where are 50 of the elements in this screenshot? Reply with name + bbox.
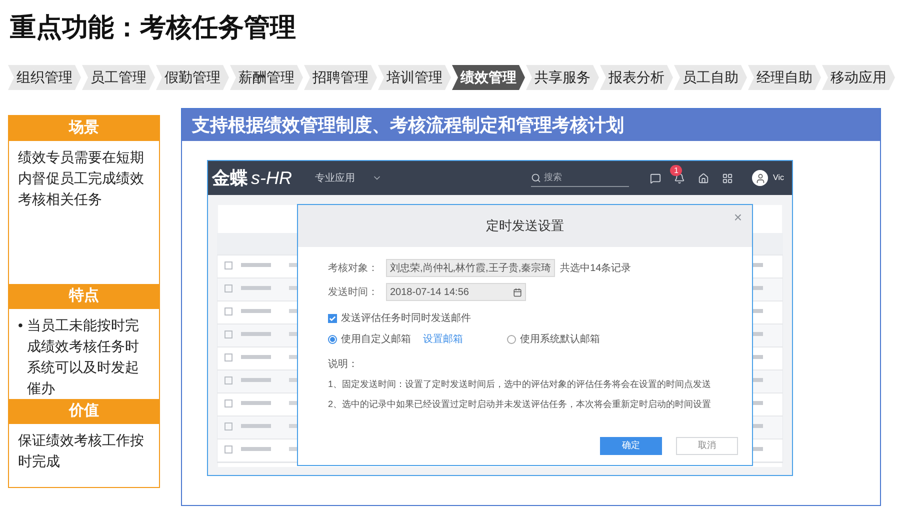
message-icon[interactable] xyxy=(650,172,662,184)
section-text: 保证绩效考核工作按时完成 xyxy=(18,431,145,471)
nav-tab[interactable]: 报表分析 xyxy=(600,65,673,90)
nav-tab[interactable]: 招聘管理 xyxy=(304,65,377,90)
checkbox-label: 发送评估任务时同时发送邮件 xyxy=(341,312,471,326)
cancel-button[interactable]: 取消 xyxy=(676,437,738,455)
field-label: 发送时间： xyxy=(328,286,379,300)
radio-label: 使用自定义邮箱 xyxy=(341,332,411,347)
section-heading: 特点 xyxy=(9,284,159,309)
section-heading: 场景 xyxy=(9,116,159,141)
radio-button[interactable] xyxy=(507,335,516,344)
radio-label: 使用系统默认邮箱 xyxy=(520,332,600,347)
section-text: 当员工未能按时完成绩效考核任务时系统可以及时发起催办 xyxy=(26,316,140,398)
input-field[interactable]: 2018-07-14 14:56 xyxy=(386,283,526,301)
notification-badge: 1 xyxy=(670,164,682,176)
user-name: Vic xyxy=(773,172,784,184)
nav-tab[interactable]: 假勤管理 xyxy=(156,65,229,90)
note-text: 2、选中的记录中如果已经设置过定时启动并未发送评估任务，本次将会重新定时启动的时间设置 xyxy=(328,398,712,410)
brand-logo: 金蝶 xyxy=(212,167,248,189)
nav-tab[interactable]: 共享服务 xyxy=(526,65,599,90)
home-icon[interactable] xyxy=(698,172,710,184)
field-note: 共选中14条记录 xyxy=(560,262,632,276)
avatar[interactable] xyxy=(752,170,768,186)
calendar-icon xyxy=(513,288,522,296)
input-field[interactable]: 刘忠荣,尚仲礼,林竹霞,王子贵,秦宗琦 xyxy=(386,259,556,277)
search-icon xyxy=(531,172,542,182)
brand-suffix: s-HR xyxy=(251,167,292,189)
section-text: 绩效专员需要在短期内督促员工完成绩效考核相关任务 xyxy=(18,148,145,209)
search-field[interactable]: 搜索 xyxy=(531,169,630,187)
bullet-mark: • xyxy=(18,316,23,335)
nav-tab[interactable]: 移动应用 xyxy=(822,65,895,90)
radio-button[interactable] xyxy=(328,335,337,344)
notes-title: 说明： xyxy=(328,358,359,372)
grid-icon[interactable] xyxy=(722,172,734,184)
nav-tab[interactable]: 薪酬管理 xyxy=(230,65,303,90)
panel-title: 支持根据绩效管理制度、考核流程制定和管理考核计划 xyxy=(182,109,880,141)
field-label: 考核对象： xyxy=(328,262,379,276)
bell-icon[interactable] xyxy=(674,172,686,184)
dialog-title: 定时发送设置 xyxy=(486,217,564,236)
menu-label[interactable]: 专业应用 xyxy=(315,170,355,186)
nav-tab[interactable]: 员工管理 xyxy=(82,65,155,90)
nav-tab[interactable]: 员工自助 xyxy=(674,65,747,90)
note-text: 1、固定发送时间：设置了定时发送时间后，选中的评估对象的评估任务将会在设置的时间点发送 xyxy=(328,378,712,391)
page-title: 重点功能：考核任务管理 xyxy=(10,11,296,44)
checkbox[interactable] xyxy=(328,314,337,323)
nav-tab[interactable]: 组织管理 xyxy=(8,65,81,90)
nav-tab[interactable]: 绩效管理 xyxy=(452,65,525,90)
section-heading: 价值 xyxy=(9,399,159,424)
nav-tab[interactable]: 培训管理 xyxy=(378,65,451,90)
nav-tab[interactable]: 经理自助 xyxy=(748,65,821,90)
